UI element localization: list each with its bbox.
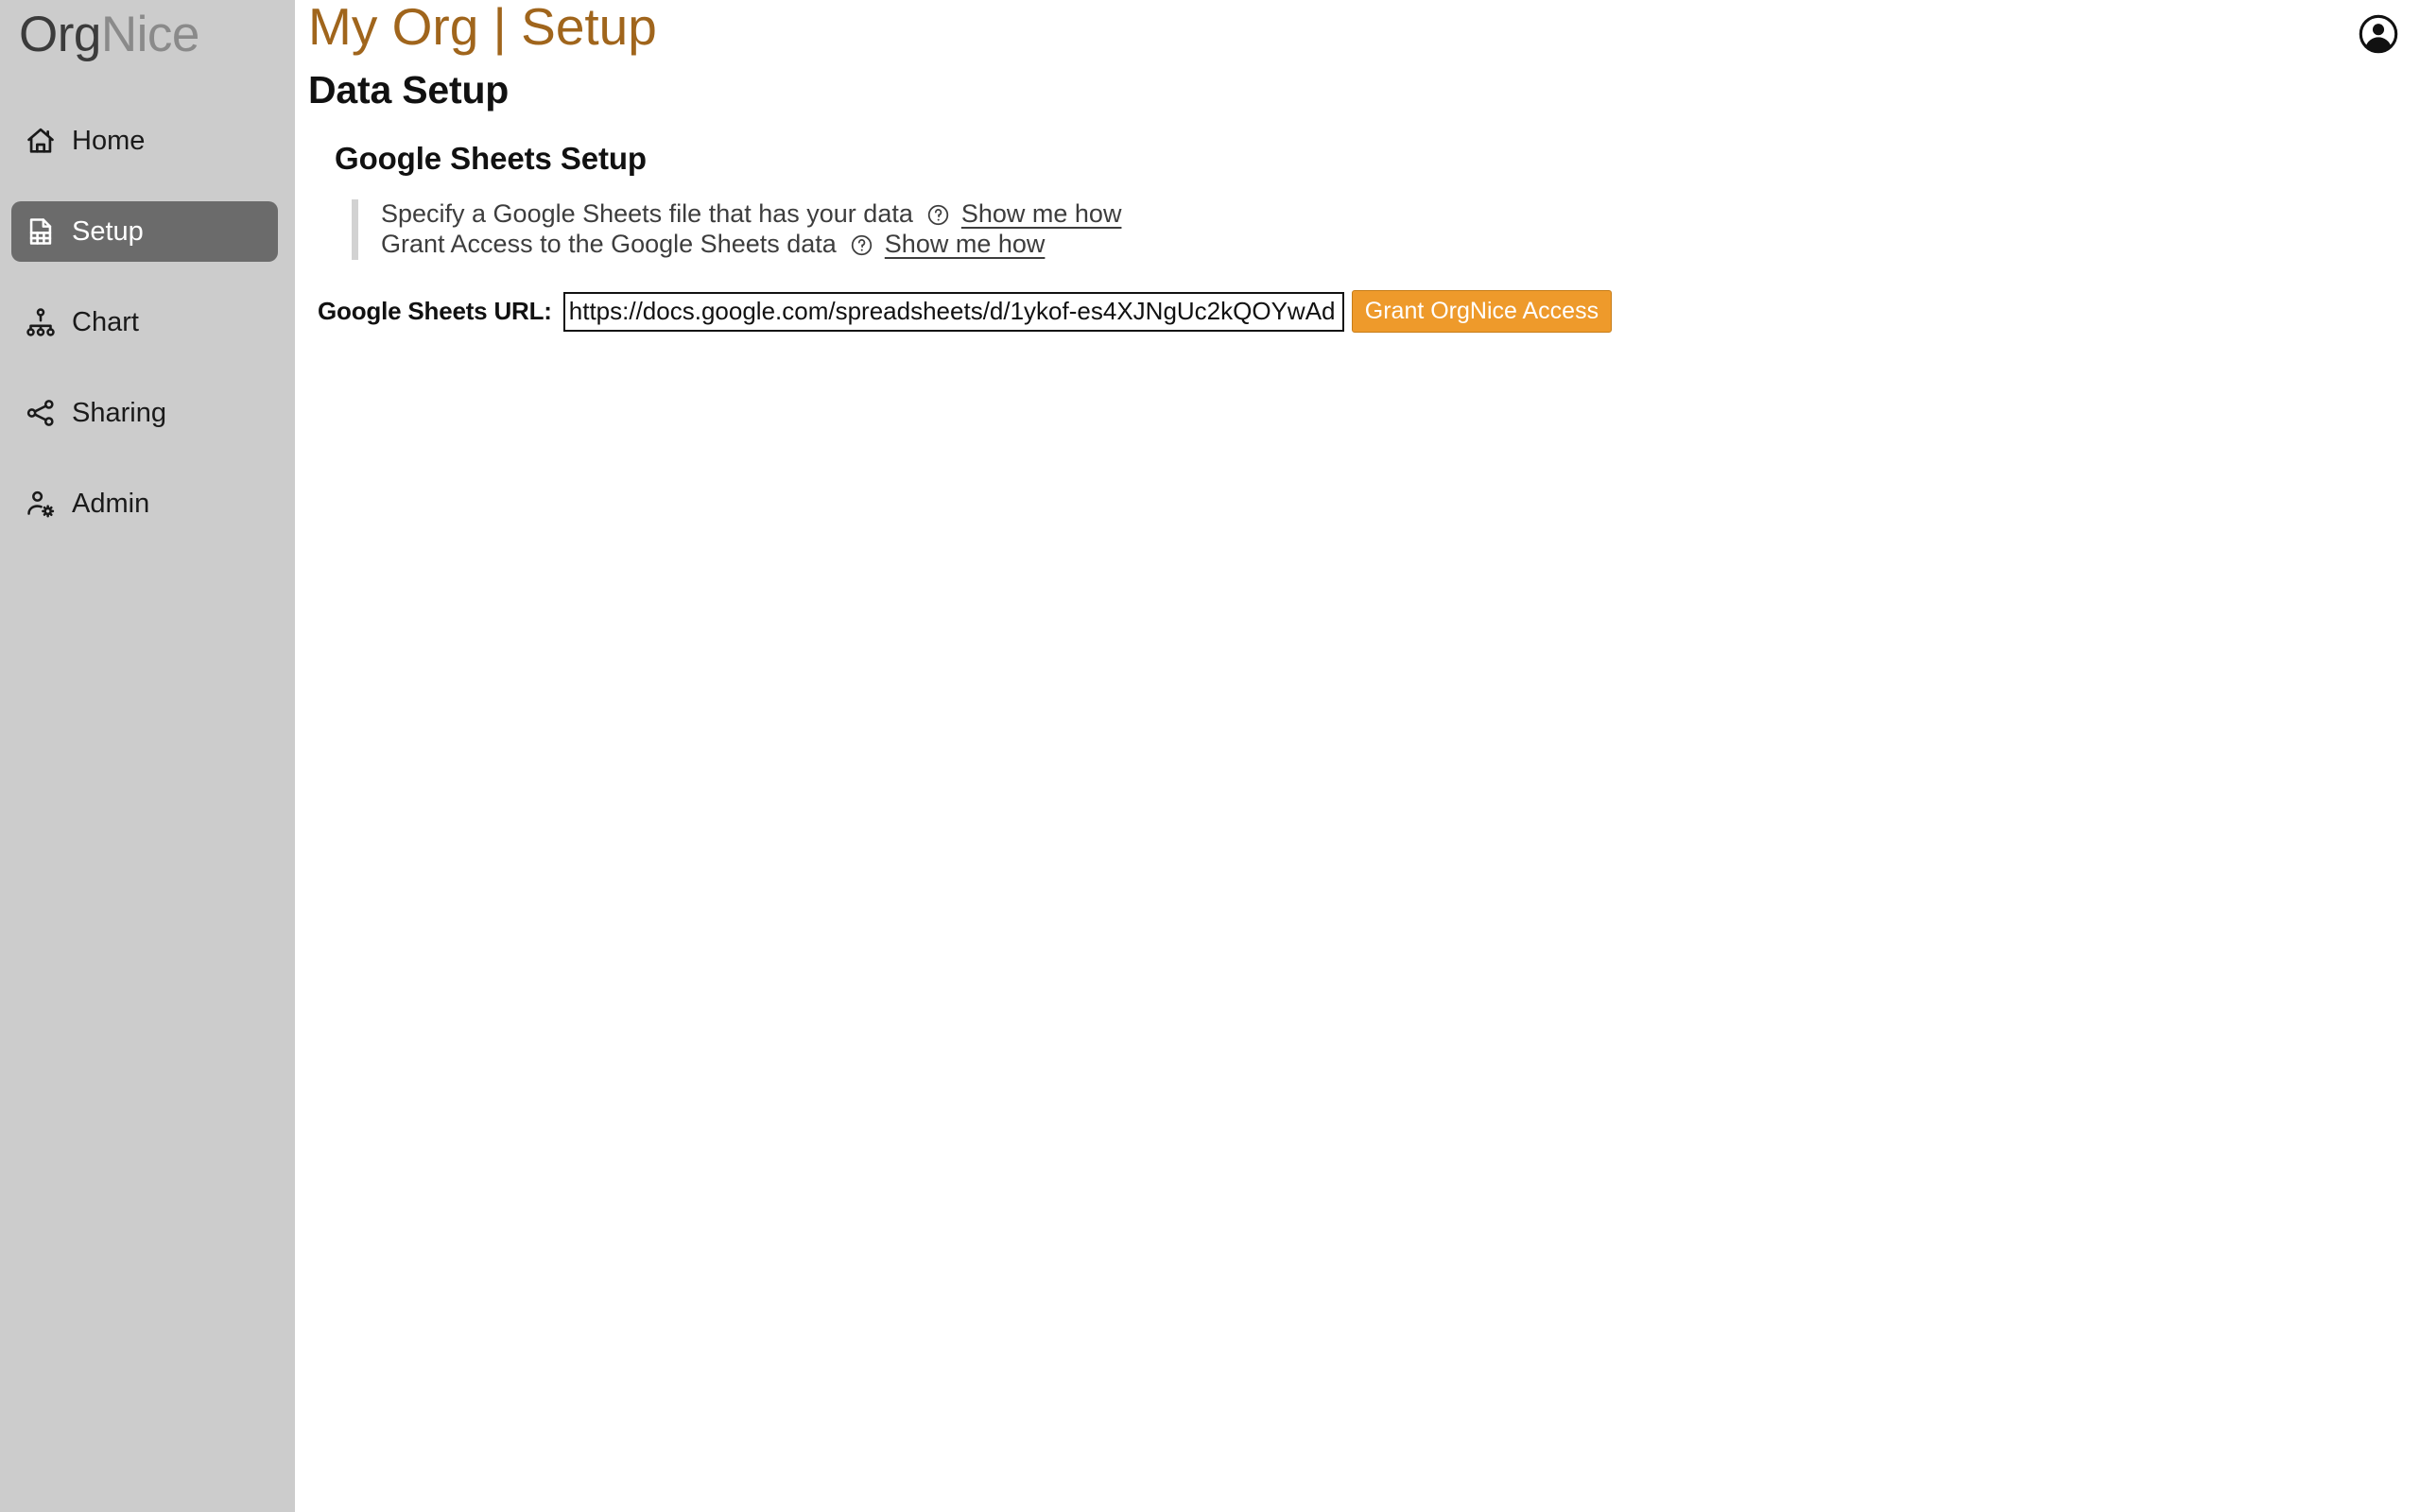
google-sheets-url-input[interactable] bbox=[562, 291, 1344, 332]
setup-steps-list: Specify a Google Sheets file that has yo… bbox=[352, 199, 2420, 260]
sidebar-item-sharing[interactable]: Sharing bbox=[11, 383, 278, 443]
page-title: My Org | Setup bbox=[308, 0, 657, 56]
setup-step-text: Specify a Google Sheets file that has yo… bbox=[381, 199, 913, 229]
sidebar-item-setup[interactable]: Setup bbox=[11, 201, 278, 262]
sidebar-item-admin[interactable]: Admin bbox=[11, 473, 278, 534]
share-icon bbox=[25, 397, 57, 429]
setup-step-text: Grant Access to the Google Sheets data bbox=[381, 230, 837, 259]
google-sheets-url-row: Google Sheets URL: Grant OrgNice Access bbox=[295, 290, 2420, 333]
logo-primary-text: Org bbox=[19, 7, 101, 62]
show-me-how-link[interactable]: Show me how bbox=[885, 228, 1046, 262]
question-circle-icon[interactable] bbox=[926, 203, 950, 227]
sidebar-item-label-admin: Admin bbox=[72, 488, 150, 519]
sidebar-item-home[interactable]: Home bbox=[11, 111, 278, 171]
sidebar-item-label-sharing: Sharing bbox=[72, 397, 166, 428]
google-sheets-url-label: Google Sheets URL: bbox=[318, 297, 552, 325]
app-root: OrgNice Home Setup Chart Sharing Admin M… bbox=[0, 0, 2420, 1512]
sidebar-item-label-chart: Chart bbox=[72, 306, 139, 337]
app-logo[interactable]: OrgNice bbox=[0, 6, 295, 60]
show-me-how-link[interactable]: Show me how bbox=[961, 198, 1122, 232]
question-circle-icon[interactable] bbox=[850, 233, 873, 257]
setup-step-row: Grant Access to the Google Sheets data S… bbox=[381, 230, 2420, 260]
setup-step-row: Specify a Google Sheets file that has yo… bbox=[381, 199, 2420, 230]
sidebar-item-chart[interactable]: Chart bbox=[11, 292, 278, 352]
data-setup-heading: Data Setup bbox=[308, 68, 510, 112]
main-content: My Org | Setup Data Setup Google Sheets … bbox=[295, 0, 2420, 1512]
account-circle-icon[interactable] bbox=[2358, 13, 2399, 55]
sidebar-item-label-home: Home bbox=[72, 125, 146, 156]
grant-orgnice-access-button[interactable]: Grant OrgNice Access bbox=[1351, 290, 1613, 333]
google-sheets-setup-heading: Google Sheets Setup bbox=[335, 141, 647, 176]
home-icon bbox=[25, 125, 57, 157]
sidebar-nav: Home Setup Chart Sharing Admin bbox=[0, 111, 295, 564]
top-bar: My Org | Setup bbox=[295, 0, 2420, 72]
sidebar-item-label-setup: Setup bbox=[72, 215, 144, 247]
logo-secondary-text: Nice bbox=[100, 7, 200, 62]
org-tree-icon bbox=[25, 306, 57, 338]
sidebar: OrgNice Home Setup Chart Sharing Admin bbox=[0, 0, 295, 1512]
user-gear-icon bbox=[25, 488, 57, 520]
sheet-icon bbox=[25, 215, 57, 248]
